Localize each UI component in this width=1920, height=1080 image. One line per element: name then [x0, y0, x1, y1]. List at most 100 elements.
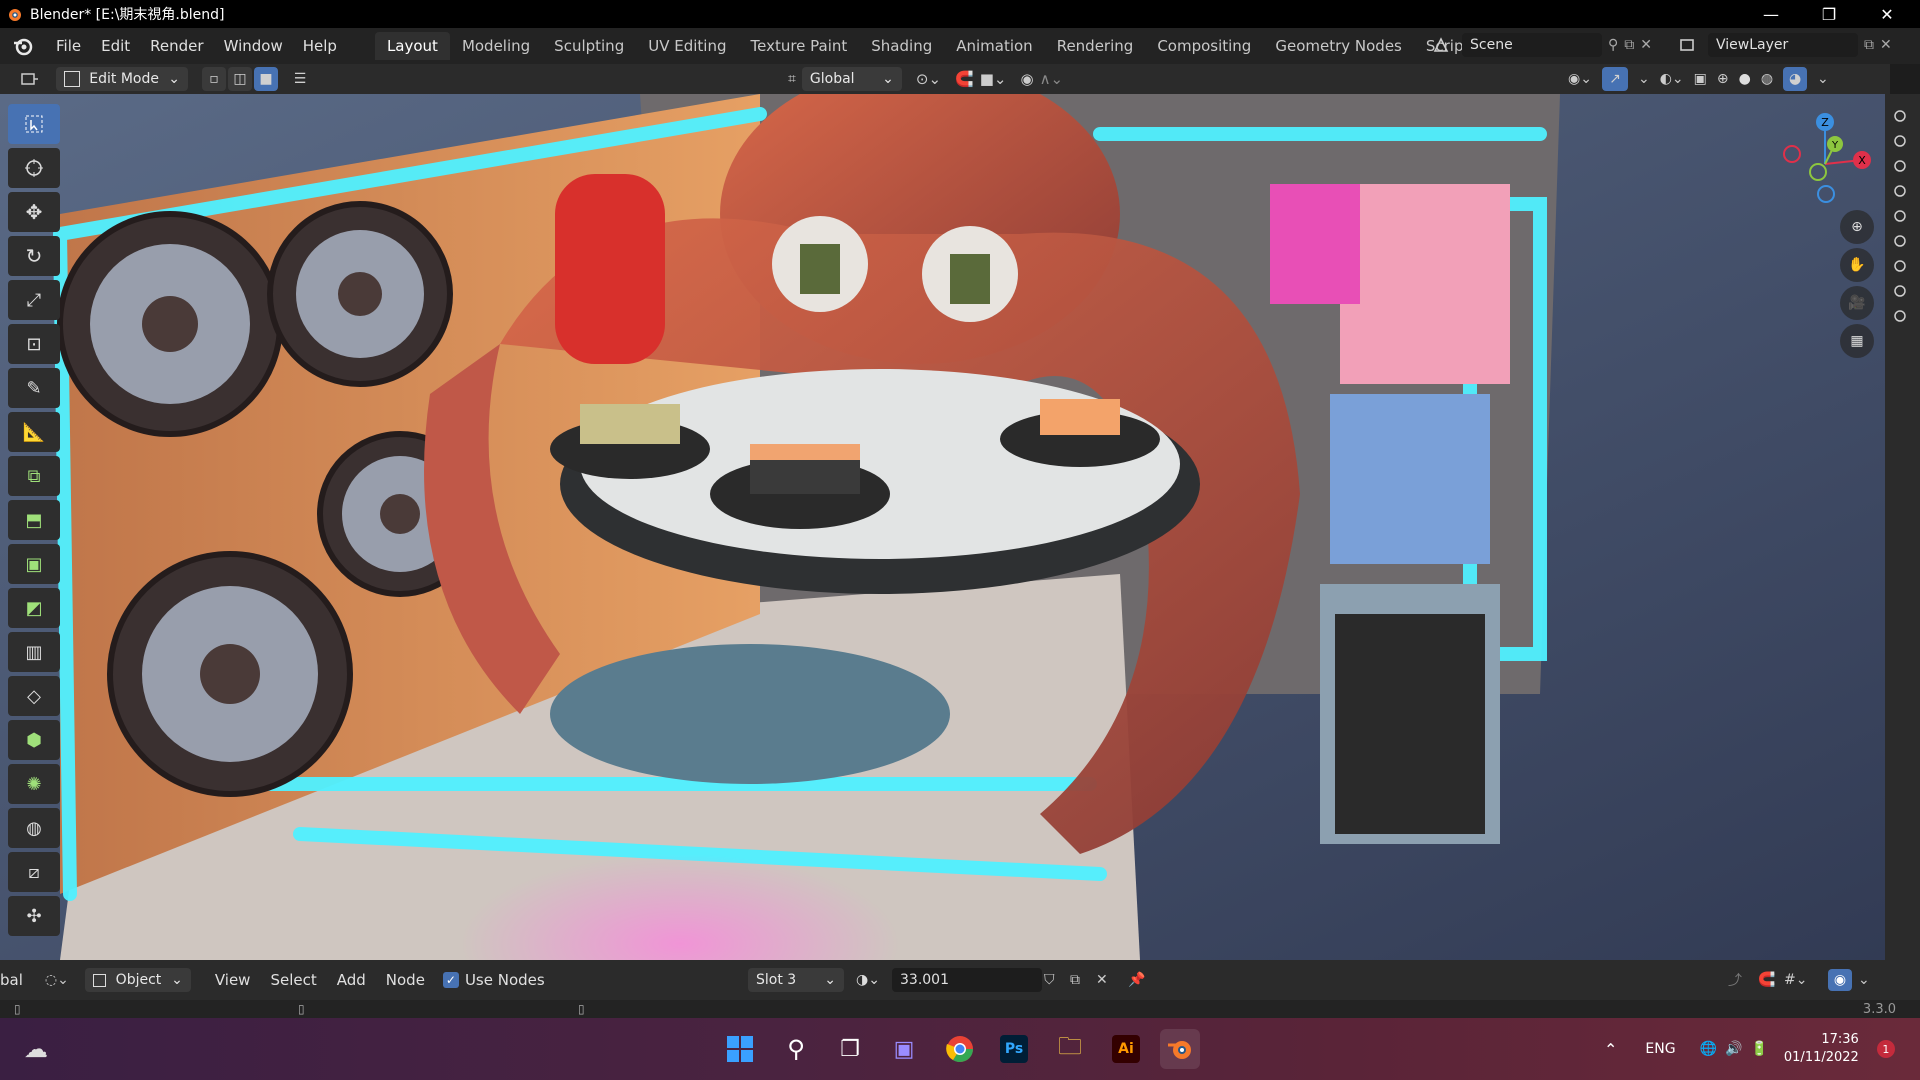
material-name-field[interactable]: 33.001: [892, 968, 1042, 992]
parent-node-icon[interactable]: ⤴: [1728, 970, 1742, 990]
new-scene-icon[interactable]: ⧉: [1624, 37, 1634, 53]
add-cube-tool[interactable]: ⧉: [8, 456, 60, 496]
overlays-icon[interactable]: ◐⌄: [1660, 71, 1684, 87]
pan-hand-icon[interactable]: ✋: [1840, 248, 1874, 282]
menu-help[interactable]: Help: [293, 37, 347, 55]
visibility-icon[interactable]: ◉⌄: [1568, 71, 1592, 87]
face-select-button[interactable]: ■: [254, 67, 278, 91]
wireframe-shading-icon[interactable]: ⊕: [1717, 71, 1729, 87]
editor-type-dropdown[interactable]: ◌⌄: [45, 972, 69, 988]
menu-edit[interactable]: Edit: [91, 37, 140, 55]
scale-tool[interactable]: ⤢: [8, 280, 60, 320]
illustrator-icon[interactable]: Ai: [1106, 1029, 1146, 1069]
poly-build-tool[interactable]: ⬢: [8, 720, 60, 760]
spin-tool[interactable]: ✺: [8, 764, 60, 804]
chrome-icon[interactable]: [940, 1029, 980, 1069]
select-box-tool[interactable]: [8, 104, 60, 144]
restore-button[interactable]: ❐: [1800, 0, 1858, 28]
view-layer-field[interactable]: ViewLayer: [1708, 33, 1858, 57]
material-shading-icon[interactable]: ◍: [1761, 71, 1773, 87]
snap-target-icon[interactable]: ■⌄: [980, 70, 1007, 88]
rotate-tool[interactable]: ↻: [8, 236, 60, 276]
tab-uv-editing[interactable]: UV Editing: [636, 32, 738, 60]
overlay-node-icon[interactable]: ◉: [1828, 969, 1852, 991]
battery-icon[interactable]: 🔋: [1750, 1041, 1767, 1057]
smooth-tool[interactable]: ◍: [8, 808, 60, 848]
navigation-gizmo[interactable]: Z X Y: [1770, 104, 1880, 214]
knife-tool[interactable]: ◇: [8, 676, 60, 716]
object-type-dropdown[interactable]: Object ⌄: [84, 968, 191, 992]
gizmo-toggle-icon[interactable]: ↗: [1601, 67, 1628, 91]
transform-orientation-dropdown[interactable]: Global ⌄: [801, 67, 902, 91]
fake-user-shield-icon[interactable]: ⛉: [1044, 972, 1055, 988]
cursor-tool[interactable]: [8, 148, 60, 188]
clock[interactable]: 17:36 01/11/2022: [1784, 1031, 1859, 1067]
menu-file[interactable]: File: [46, 37, 91, 55]
menu-render[interactable]: Render: [140, 37, 213, 55]
delete-scene-icon[interactable]: ✕: [1640, 37, 1652, 53]
notification-badge[interactable]: 1: [1876, 1040, 1895, 1058]
file-explorer-icon[interactable]: 🗀: [1050, 1029, 1090, 1069]
tab-shading[interactable]: Shading: [859, 32, 944, 60]
tab-animation[interactable]: Animation: [944, 32, 1044, 60]
menu-node[interactable]: Node: [376, 971, 435, 989]
overlay-options-icon[interactable]: ⌄: [1858, 972, 1870, 988]
close-button[interactable]: ✕: [1858, 0, 1916, 28]
tab-layout[interactable]: Layout: [374, 32, 450, 60]
task-view-icon[interactable]: ❐: [830, 1029, 870, 1069]
pin-icon[interactable]: 📌: [1128, 972, 1145, 988]
search-icon[interactable]: ⚲: [776, 1029, 816, 1069]
tab-modeling[interactable]: Modeling: [450, 32, 542, 60]
material-slot-dropdown[interactable]: Slot 3 ⌄: [748, 968, 844, 992]
zoom-icon[interactable]: ⊕: [1840, 210, 1874, 244]
measure-tool[interactable]: 📐: [8, 412, 60, 452]
use-nodes-checkbox[interactable]: ✓: [442, 972, 459, 988]
editor-type-icon[interactable]: [10, 67, 50, 91]
photoshop-icon[interactable]: Ps: [994, 1029, 1034, 1069]
teams-chat-icon[interactable]: ▣: [884, 1029, 924, 1069]
proportional-edit-icon[interactable]: ◉: [1020, 70, 1033, 88]
camera-view-icon[interactable]: 🎥: [1840, 286, 1874, 320]
transform-tool[interactable]: ⊡: [8, 324, 60, 364]
view-layer-icon[interactable]: [1672, 33, 1702, 57]
extrude-tool[interactable]: ⬒: [8, 500, 60, 540]
bevel-tool[interactable]: ◩: [8, 588, 60, 628]
scene-icon[interactable]: [1426, 33, 1456, 57]
menu-add[interactable]: Add: [327, 971, 376, 989]
inset-tool[interactable]: ▣: [8, 544, 60, 584]
duplicate-material-icon[interactable]: ⧉: [1070, 972, 1080, 988]
tab-texture-paint[interactable]: Texture Paint: [738, 32, 859, 60]
edge-slide-tool[interactable]: ⧄: [8, 852, 60, 892]
vertex-select-button[interactable]: ▫: [202, 67, 226, 91]
chevron-up-icon[interactable]: ⌃: [1604, 1040, 1617, 1059]
tab-rendering[interactable]: Rendering: [1045, 32, 1146, 60]
tab-geometry-nodes[interactable]: Geometry Nodes: [1263, 32, 1414, 60]
menu-select[interactable]: Select: [260, 971, 326, 989]
menu-window[interactable]: Window: [214, 37, 293, 55]
snap-node-icon[interactable]: 🧲: [1758, 972, 1775, 988]
pivot-point-icon[interactable]: ⊙⌄: [916, 70, 941, 88]
material-browse-icon[interactable]: ◑⌄: [856, 972, 880, 988]
3d-viewport[interactable]: [0, 94, 1885, 960]
snap-icon[interactable]: 🧲: [955, 70, 974, 88]
new-view-layer-icon[interactable]: ⧉: [1864, 37, 1874, 53]
scene-name-field[interactable]: Scene: [1462, 33, 1602, 57]
solid-shading-icon[interactable]: ●: [1739, 71, 1751, 87]
edge-select-button[interactable]: ◫: [228, 67, 252, 91]
move-tool[interactable]: ✥: [8, 192, 60, 232]
shrink-fatten-tool[interactable]: ✣: [8, 896, 60, 936]
mode-dropdown[interactable]: Edit Mode ⌄: [56, 67, 188, 91]
pin-scene-icon[interactable]: ⚲: [1608, 37, 1618, 53]
windows-start-icon[interactable]: [720, 1029, 760, 1069]
blender-taskbar-icon[interactable]: [1160, 1029, 1200, 1069]
tab-sculpting[interactable]: Sculpting: [542, 32, 636, 60]
falloff-icon[interactable]: ∧⌄: [1040, 70, 1064, 88]
weather-icon[interactable]: ☁: [16, 1029, 56, 1069]
volume-icon[interactable]: 🔊: [1725, 1041, 1742, 1057]
network-icon[interactable]: 🌐: [1700, 1041, 1717, 1057]
minimize-button[interactable]: —: [1742, 0, 1800, 28]
unlink-material-icon[interactable]: ✕: [1096, 972, 1108, 988]
annotate-tool[interactable]: ✎: [8, 368, 60, 408]
loop-cut-tool[interactable]: ▥: [8, 632, 60, 672]
blender-logo-icon[interactable]: [12, 35, 34, 57]
